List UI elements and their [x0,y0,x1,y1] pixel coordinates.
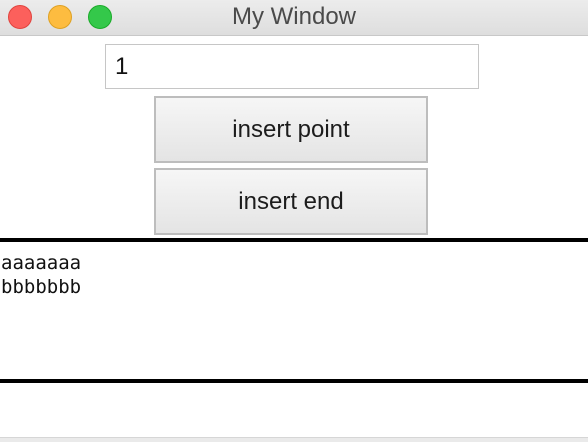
text-line: aaaaaaa [1,252,82,274]
app-window: My Window insert point insert end aaaaaa… [0,0,588,442]
horizontal-scrollbar[interactable] [0,437,588,442]
text-area[interactable]: aaaaaaa bbbbbbb [0,238,588,383]
title-bar[interactable]: My Window [0,0,588,36]
insert-point-button[interactable]: insert point [154,96,428,163]
window-title: My Window [231,3,357,30]
text-line: bbbbbbb [1,276,82,298]
insert-end-button[interactable]: insert end [154,168,428,235]
index-entry-field[interactable] [105,44,479,89]
